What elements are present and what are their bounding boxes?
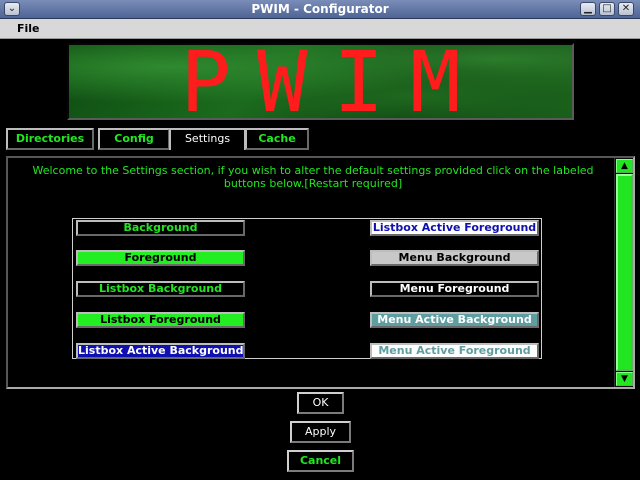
close-icon: ✕ bbox=[621, 3, 631, 14]
apply-button[interactable]: Apply bbox=[290, 421, 351, 443]
menu-background-button[interactable]: Menu Background bbox=[370, 250, 539, 266]
listbox-active-foreground-button[interactable]: Listbox Active Foreground bbox=[370, 220, 539, 236]
foreground-button[interactable]: Foreground bbox=[76, 250, 245, 266]
logo-text: PWIM bbox=[180, 43, 487, 120]
minimize-button[interactable]: ▁ bbox=[580, 2, 596, 16]
arrow-down-icon: ▼ bbox=[621, 374, 628, 384]
menu-foreground-button[interactable]: Menu Foreground bbox=[370, 281, 539, 297]
arrow-up-icon: ▲ bbox=[621, 161, 628, 171]
listbox-foreground-button[interactable]: Listbox Foreground bbox=[76, 312, 245, 328]
window-title: PWIM - Configurator bbox=[251, 2, 389, 16]
menu-bar: File bbox=[0, 19, 640, 39]
listbox-background-button[interactable]: Listbox Background bbox=[76, 281, 245, 297]
scroll-up-button[interactable]: ▲ bbox=[616, 159, 633, 173]
vertical-scrollbar[interactable]: ▲ ▼ bbox=[614, 158, 633, 387]
menu-active-foreground-button[interactable]: Menu Active Foreground bbox=[370, 343, 539, 359]
tab-config[interactable]: Config bbox=[98, 128, 170, 150]
close-button[interactable]: ✕ bbox=[618, 2, 634, 16]
listbox-active-background-button[interactable]: Listbox Active Background bbox=[76, 343, 245, 359]
tab-settings[interactable]: Settings bbox=[169, 128, 246, 150]
scroll-thumb[interactable] bbox=[616, 174, 633, 371]
maximize-button[interactable]: □ bbox=[599, 2, 615, 16]
logo-banner: PWIM bbox=[67, 43, 574, 120]
tab-cache[interactable]: Cache bbox=[245, 128, 309, 150]
menu-active-background-button[interactable]: Menu Active Background bbox=[370, 312, 539, 328]
ok-button[interactable]: OK bbox=[297, 392, 344, 414]
tab-directories[interactable]: Directories bbox=[6, 128, 94, 150]
title-bar[interactable]: ⌄ PWIM - Configurator ▁ □ ✕ bbox=[0, 0, 640, 19]
color-settings-grid: Background Foreground Listbox Background… bbox=[72, 218, 542, 359]
welcome-text: Welcome to the Settings section, if you … bbox=[32, 164, 594, 190]
maximize-icon: □ bbox=[602, 3, 612, 14]
minimize-icon: ▁ bbox=[584, 3, 592, 14]
menu-file[interactable]: File bbox=[17, 22, 40, 35]
scroll-down-button[interactable]: ▼ bbox=[616, 372, 633, 386]
background-button[interactable]: Background bbox=[76, 220, 245, 236]
cancel-button[interactable]: Cancel bbox=[287, 450, 354, 472]
